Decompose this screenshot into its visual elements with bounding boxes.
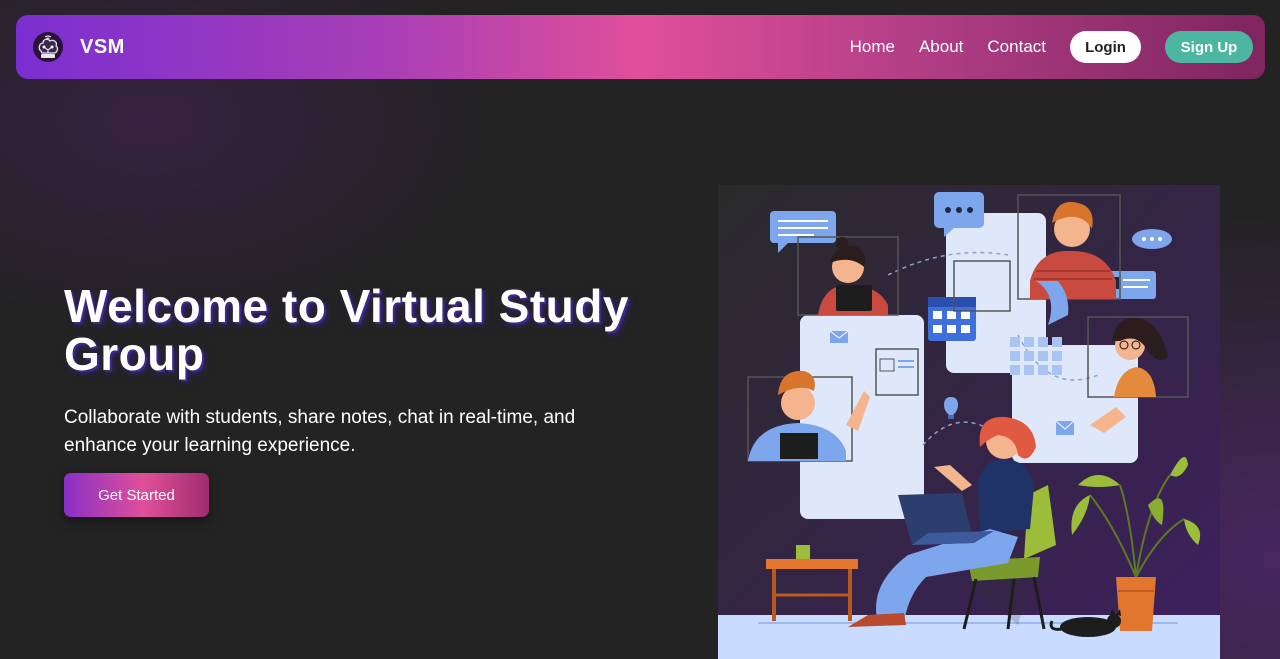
nav-link-contact[interactable]: Contact xyxy=(987,37,1046,57)
nav-link-about[interactable]: About xyxy=(919,37,963,57)
top-navbar: VSM Home About Contact Login Sign Up xyxy=(16,15,1265,79)
brand[interactable]: VSM xyxy=(32,31,125,63)
brain-circuit-logo-icon xyxy=(33,32,63,62)
login-button[interactable]: Login xyxy=(1070,31,1141,63)
nav-link-home[interactable]: Home xyxy=(850,37,895,57)
hero-title: Welcome to Virtual Study Group xyxy=(64,280,629,380)
get-started-button[interactable]: Get Started xyxy=(64,473,209,517)
hero-subtitle: Collaborate with students, share notes, … xyxy=(64,407,576,456)
nav-links: Home About Contact Login Sign Up xyxy=(850,31,1253,63)
brand-name: VSM xyxy=(80,35,125,58)
study-group-illustration xyxy=(718,185,1220,659)
signup-button[interactable]: Sign Up xyxy=(1165,31,1253,63)
